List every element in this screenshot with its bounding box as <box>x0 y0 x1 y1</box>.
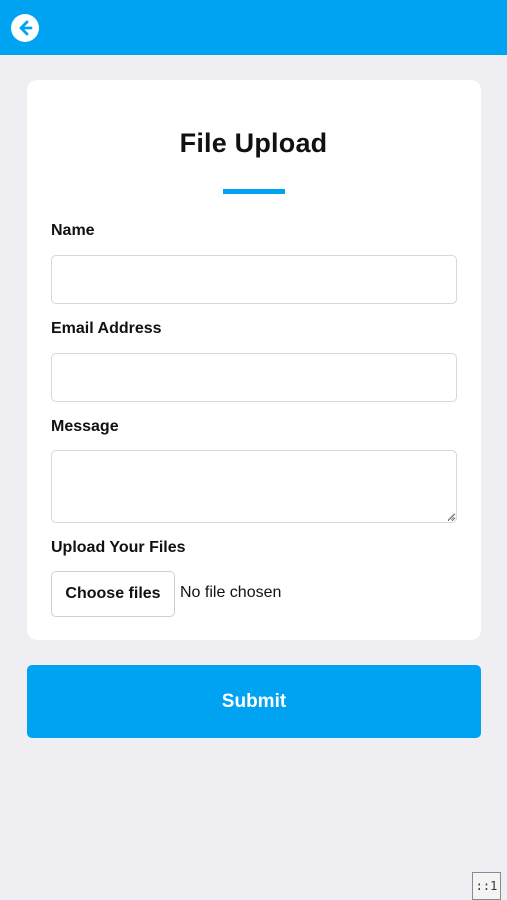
email-input[interactable] <box>51 353 457 402</box>
submit-button[interactable]: Submit <box>27 665 481 738</box>
name-input[interactable] <box>51 255 457 304</box>
message-label: Message <box>51 418 119 435</box>
message-textarea[interactable] <box>51 450 457 523</box>
top-bar <box>0 0 507 55</box>
file-status-text: No file chosen <box>180 584 282 601</box>
name-label: Name <box>51 222 95 239</box>
choose-files-button[interactable]: Choose files <box>51 571 175 617</box>
page-title: File Upload <box>179 128 328 158</box>
back-button[interactable] <box>11 14 39 42</box>
title-underline <box>223 189 285 194</box>
upload-label: Upload Your Files <box>51 539 186 556</box>
email-label: Email Address <box>51 320 162 337</box>
back-arrow-icon <box>19 20 33 36</box>
corner-tag: ::1 <box>472 872 501 900</box>
